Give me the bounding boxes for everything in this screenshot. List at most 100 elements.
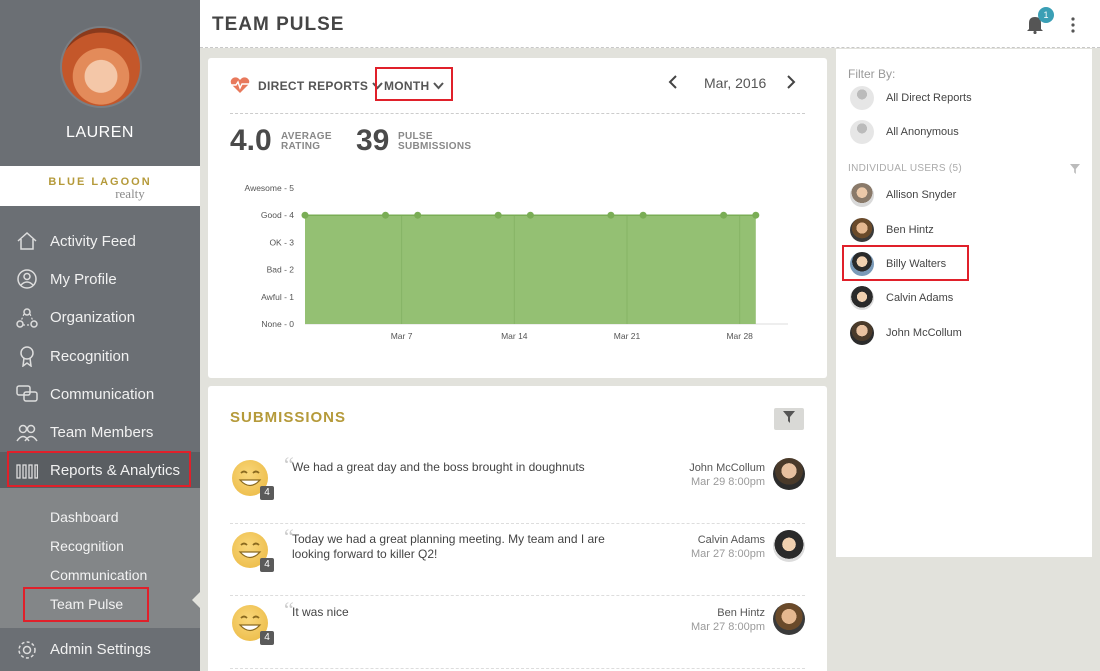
nav-team-members[interactable]: Team Members xyxy=(0,413,200,451)
date-label: Mar, 2016 xyxy=(704,75,767,91)
x-tick-label: Mar 14 xyxy=(501,331,528,341)
submission-author: Ben Hintz xyxy=(717,607,765,619)
submissions-title: SUBMISSIONS xyxy=(230,409,347,426)
y-tick-label: Good - 4 xyxy=(261,210,294,220)
y-tick-label: None - 0 xyxy=(261,319,294,329)
subnav-recognition[interactable]: Recognition xyxy=(0,531,200,560)
filter-label: Ben Hintz xyxy=(886,224,934,236)
avatar xyxy=(850,286,874,310)
nav-label: Recognition xyxy=(50,347,130,365)
highlight-reports-analytics xyxy=(7,451,191,487)
submission-message: We had a great day and the boss brought … xyxy=(292,460,585,474)
more-vertical-icon[interactable] xyxy=(1070,16,1076,34)
period-label: MONTH xyxy=(384,79,430,93)
submission-message: Today we had a great planning meeting. M… xyxy=(292,532,605,561)
nav-label: Team Members xyxy=(50,424,154,442)
nav-my-profile[interactable]: My Profile xyxy=(0,260,200,298)
submission-row: 4 “ Today we had a great planning meetin… xyxy=(230,524,805,596)
ribbon-icon xyxy=(16,345,38,368)
filter-user-ben-hintz[interactable]: Ben Hintz xyxy=(850,218,934,242)
user-name: LAUREN xyxy=(66,124,134,141)
group-icon xyxy=(16,422,38,444)
area-fill xyxy=(305,215,756,324)
prev-month-button[interactable] xyxy=(668,75,678,94)
filter-all-anonymous[interactable]: All Anonymous xyxy=(850,120,959,144)
avatar xyxy=(850,321,874,345)
gear-icon xyxy=(16,639,38,661)
filter-icon xyxy=(783,410,795,428)
filter-label: Billy Walters xyxy=(886,258,947,270)
chat-icon xyxy=(16,383,38,405)
page-title: TEAM PULSE xyxy=(212,14,345,35)
avatar xyxy=(850,86,874,110)
avatar[interactable] xyxy=(60,26,142,108)
submission-message: It was nice xyxy=(292,605,349,619)
y-tick-label: Bad - 2 xyxy=(267,265,295,275)
brand-logo: BLUE LAGOON realty xyxy=(0,166,200,206)
filter-user-john-mccollum[interactable]: John McCollum xyxy=(850,321,962,345)
filter-all-direct-reports[interactable]: All Direct Reports xyxy=(850,86,972,110)
filter-user-billy-walters[interactable]: Billy Walters xyxy=(850,252,946,276)
data-point xyxy=(607,211,615,219)
brand-subtitle: realty xyxy=(115,186,145,201)
filter-label: Allison Snyder xyxy=(886,189,957,201)
next-month-button[interactable] xyxy=(786,75,796,94)
submission-row: 4 “ We had a great day and the boss brou… xyxy=(230,452,805,524)
avatar xyxy=(773,530,805,562)
nav-organization[interactable]: Organization xyxy=(0,299,200,337)
submission-time: Mar 27 8:00pm xyxy=(691,548,765,560)
filter-user-allison-snyder[interactable]: Allison Snyder xyxy=(850,183,956,207)
avatar xyxy=(773,603,805,635)
scope-label: DIRECT REPORTS xyxy=(258,79,369,93)
y-tick-label: Awesome - 5 xyxy=(245,183,295,193)
x-tick-label: Mar 21 xyxy=(614,331,641,341)
subnav-communication[interactable]: Communication xyxy=(0,560,200,589)
x-tick-label: Mar 28 xyxy=(726,331,753,341)
nav-recognition[interactable]: Recognition xyxy=(0,337,200,375)
avatar xyxy=(850,183,874,207)
submissions-count: 39 xyxy=(356,124,390,157)
period-dropdown[interactable]: MONTH xyxy=(384,79,444,93)
avatar xyxy=(773,458,805,490)
avg-rating-value: 4.0 xyxy=(230,124,272,157)
nav-communication[interactable]: Communication xyxy=(0,375,200,413)
data-point xyxy=(414,211,422,219)
avatar xyxy=(850,218,874,242)
data-point xyxy=(382,211,389,219)
nav-label: My Profile xyxy=(50,270,117,288)
filter-icon[interactable] xyxy=(1070,161,1080,179)
submission-row: 4 “ It was nice Ben Hintz Mar 27 8:00pm xyxy=(230,597,805,669)
data-point xyxy=(526,211,534,219)
filter-label: All Direct Reports xyxy=(886,92,972,104)
submission-time: Mar 27 8:00pm xyxy=(691,621,765,633)
submission-author: John McCollum xyxy=(689,462,765,474)
nav-label: Admin Settings xyxy=(50,641,151,658)
smiley-icon: 4 xyxy=(232,532,274,572)
nav-label: Communication xyxy=(50,385,155,403)
profile-section: LAUREN xyxy=(0,0,200,166)
y-tick-label: Awful - 1 xyxy=(261,292,294,302)
submissions-filter-button[interactable] xyxy=(774,408,804,430)
data-point xyxy=(639,211,647,219)
nav-label: Organization xyxy=(50,309,136,327)
sub-label-line2: SUBMISSIONS xyxy=(398,141,472,152)
divider xyxy=(230,113,805,114)
rating-badge: 4 xyxy=(260,486,274,500)
y-tick-label: OK - 3 xyxy=(269,237,294,247)
rating-badge: 4 xyxy=(260,631,274,645)
data-point xyxy=(720,211,728,219)
chevron-down-icon xyxy=(433,79,444,93)
nav-admin-settings[interactable]: Admin Settings xyxy=(0,628,200,671)
smiley-icon: 4 xyxy=(232,605,274,645)
nav-label: Activity Feed xyxy=(50,232,136,250)
top-header: TEAM PULSE 1 xyxy=(200,0,1100,48)
filter-user-calvin-adams[interactable]: Calvin Adams xyxy=(850,286,953,310)
nav-activity-feed[interactable]: Activity Feed xyxy=(0,222,200,260)
data-point xyxy=(301,211,309,219)
submissions-label: PULSE SUBMISSIONS xyxy=(398,132,471,152)
filter-panel: Filter By: All Direct Reports All Anonym… xyxy=(836,49,1092,557)
pulse-card: DIRECT REPORTS MONTH Mar, 2016 4.0 AVERA… xyxy=(208,58,827,378)
subnav-dashboard[interactable]: Dashboard xyxy=(0,502,200,531)
individual-users-label: INDIVIDUAL USERS (5) xyxy=(848,163,962,174)
scope-dropdown[interactable]: DIRECT REPORTS xyxy=(258,79,383,93)
